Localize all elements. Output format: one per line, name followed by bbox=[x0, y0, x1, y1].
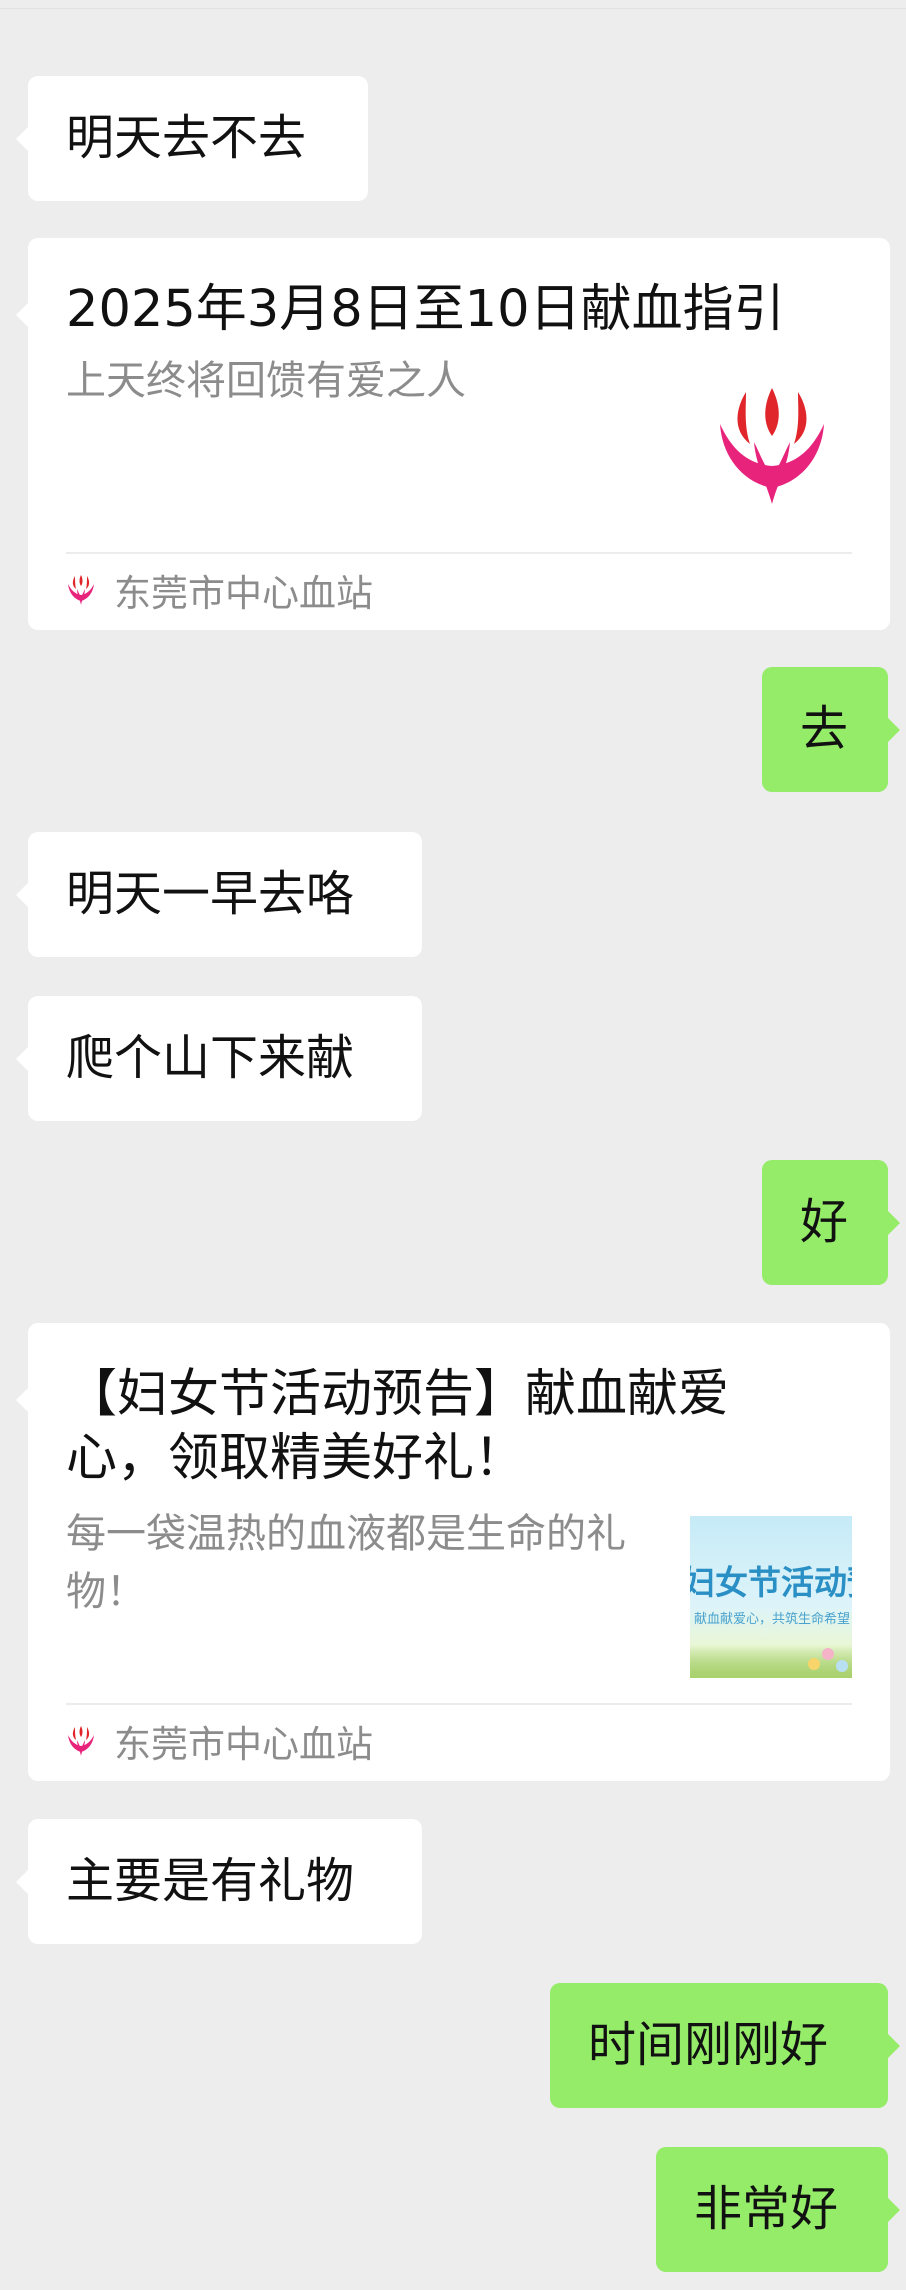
blood-station-small-icon bbox=[66, 574, 96, 606]
incoming-message[interactable]: 明天去不去 bbox=[16, 76, 368, 201]
message-text: 爬个山下来献 bbox=[66, 1030, 355, 1086]
top-divider bbox=[0, 8, 906, 9]
card-title: 2025年3月8日至10日献血指引 bbox=[66, 280, 785, 339]
card-thumbnail: 妇女节活动预告 献血献爱心，共筑生命希望 bbox=[690, 1516, 852, 1678]
message-text: 明天去不去 bbox=[66, 110, 307, 166]
card-description: 上天终将回馈有爱之人 bbox=[66, 358, 466, 404]
card-source: 东莞市中心血站 bbox=[66, 1719, 373, 1766]
card-source-label: 东莞市中心血站 bbox=[114, 1723, 373, 1766]
card-source: 东莞市中心血站 bbox=[66, 568, 373, 615]
message-text: 好 bbox=[800, 1194, 849, 1250]
link-card-womens-day-event[interactable]: 【妇女节活动预告】献血献爱心，领取精美好礼！ 每一袋温热的血液都是生命的礼物！ … bbox=[16, 1323, 890, 1781]
outgoing-message[interactable]: 非常好 bbox=[656, 2147, 900, 2272]
outgoing-message[interactable]: 好 bbox=[762, 1160, 900, 1285]
link-card-blood-donation-guide[interactable]: 2025年3月8日至10日献血指引 上天终将回馈有爱之人 东莞市中心血站 bbox=[16, 238, 890, 630]
incoming-message[interactable]: 爬个山下来献 bbox=[16, 996, 422, 1121]
message-text: 非常好 bbox=[694, 2181, 839, 2237]
card-source-label: 东莞市中心血站 bbox=[114, 572, 373, 615]
card-divider bbox=[66, 552, 852, 554]
blood-station-small-icon bbox=[66, 1725, 96, 1757]
flower-icon bbox=[808, 1658, 820, 1670]
thumbnail-subtitle: 献血献爱心，共筑生命希望 bbox=[694, 1612, 851, 1627]
outgoing-message[interactable]: 时间刚刚好 bbox=[550, 1983, 900, 2108]
message-text: 去 bbox=[800, 701, 849, 757]
thumbnail-title: 妇女节活动预告 bbox=[690, 1563, 852, 1602]
message-text: 主要是有礼物 bbox=[66, 1853, 355, 1909]
card-title: 【妇女节活动预告】献血献爱心，领取精美好礼！ bbox=[66, 1365, 730, 1488]
card-description: 每一袋温热的血液都是生命的礼物！ bbox=[66, 1511, 626, 1615]
incoming-message[interactable]: 主要是有礼物 bbox=[16, 1819, 422, 1944]
outgoing-message[interactable]: 去 bbox=[762, 667, 900, 792]
flower-icon bbox=[822, 1648, 834, 1660]
message-text: 明天一早去咯 bbox=[66, 866, 355, 922]
flower-icon bbox=[836, 1660, 848, 1672]
incoming-message[interactable]: 明天一早去咯 bbox=[16, 832, 422, 957]
blood-station-logo-icon bbox=[706, 378, 838, 510]
card-divider bbox=[66, 1703, 852, 1705]
message-text: 时间刚刚好 bbox=[588, 2017, 829, 2073]
